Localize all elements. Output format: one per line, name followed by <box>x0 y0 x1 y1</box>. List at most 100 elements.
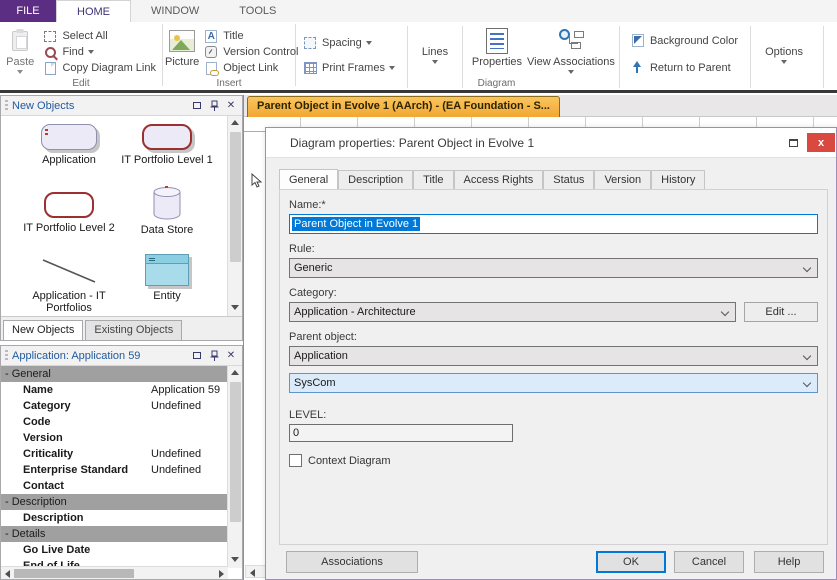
scroll-down-arrow[interactable] <box>231 305 239 310</box>
spacing-button[interactable]: Spacing <box>298 34 399 51</box>
lines-button[interactable]: Lines <box>412 24 458 76</box>
dialog-tab-access-rights[interactable]: Access Rights <box>454 170 544 190</box>
rule-combobox[interactable]: Generic <box>289 258 818 278</box>
parent-object-instance-combobox[interactable]: SysCom <box>289 373 818 393</box>
shape-item-it-portfolio-level-2[interactable]: IT Portfolio Level 2 <box>19 192 119 234</box>
property-row-version[interactable]: Version <box>1 430 228 446</box>
pin-icon <box>210 100 219 111</box>
tab-new-objects[interactable]: New Objects <box>3 320 83 340</box>
category-edit-button[interactable]: Edit ... <box>744 302 818 322</box>
new-objects-vertical-scrollbar[interactable] <box>227 116 242 316</box>
property-row-name[interactable]: Name Application 59 <box>1 382 228 398</box>
dialog-close-button[interactable]: x <box>807 133 835 152</box>
properties-vertical-scrollbar[interactable] <box>227 366 242 568</box>
tab-file[interactable]: FILE <box>0 0 56 22</box>
panel-maximize-button[interactable] <box>190 99 204 113</box>
name-field-label: Name:* <box>289 199 827 211</box>
application-window: FILE HOME WINDOW TOOLS Paste Select All <box>0 0 837 580</box>
dialog-tab-title[interactable]: Title <box>413 170 453 190</box>
options-button[interactable]: Options <box>759 24 809 76</box>
property-label: Name <box>1 384 151 396</box>
object-link-button[interactable]: Object Link <box>199 60 302 76</box>
dialog-tab-description[interactable]: Description <box>338 170 413 190</box>
properties-button[interactable]: Properties <box>469 24 525 76</box>
dialog-title-bar[interactable]: Diagram properties: Parent Object in Evo… <box>266 128 836 158</box>
property-label: Version <box>1 432 151 444</box>
dialog-footer: Associations OK Cancel Help <box>279 551 828 573</box>
properties-icon <box>481 28 513 54</box>
dialog-tab-status[interactable]: Status <box>543 170 594 190</box>
document-tab[interactable]: Parent Object in Evolve 1 (AArch) - (EA … <box>247 96 560 117</box>
return-to-parent-button[interactable]: Return to Parent <box>626 59 742 76</box>
dialog-tab-general[interactable]: General <box>279 169 338 189</box>
dialog-maximize-button[interactable] <box>785 136 801 150</box>
context-diagram-checkbox[interactable] <box>289 454 302 467</box>
property-row-criticality[interactable]: Criticality Undefined <box>1 446 228 462</box>
help-button[interactable]: Help <box>754 551 824 573</box>
view-associations-button[interactable]: View Associations <box>525 24 617 76</box>
ok-button[interactable]: OK <box>596 551 666 573</box>
version-control-button[interactable]: Version Control <box>199 44 302 60</box>
properties-horizontal-scrollbar[interactable] <box>1 566 228 579</box>
associations-button[interactable]: Associations <box>286 551 418 573</box>
scroll-thumb[interactable] <box>230 382 241 522</box>
property-row-code[interactable]: Code <box>1 414 228 430</box>
tab-tools[interactable]: TOOLS <box>219 0 296 22</box>
ribbon: FILE HOME WINDOW TOOLS Paste Select All <box>0 0 837 93</box>
scroll-down-arrow[interactable] <box>231 557 239 562</box>
shape-item-entity[interactable]: Entity <box>117 254 217 302</box>
property-section-details[interactable]: - Details <box>1 526 228 542</box>
scroll-up-arrow[interactable] <box>231 120 239 125</box>
find-button[interactable]: Find <box>38 44 160 60</box>
canvas-horizontal-scrollbar[interactable] <box>245 565 267 578</box>
category-field-row: Application - Architecture Edit ... <box>289 302 818 322</box>
spacing-label: Spacing <box>322 37 362 49</box>
print-frames-label: Print Frames <box>322 62 385 74</box>
paste-button[interactable]: Paste <box>2 24 38 76</box>
shape-label: Entity <box>153 290 181 302</box>
property-section-description[interactable]: - Description <box>1 494 228 510</box>
shape-item-application-it-portfolios[interactable]: Application - IT Portfolios <box>19 256 119 314</box>
copy-diagram-link-button[interactable]: Copy Diagram Link <box>38 60 160 76</box>
panel-pin-button[interactable] <box>207 99 221 113</box>
shape-item-application[interactable]: Application <box>19 124 119 166</box>
scroll-right-arrow[interactable] <box>219 570 224 578</box>
scroll-left-arrow[interactable] <box>5 570 10 578</box>
panel-close-button[interactable]: ✕ <box>224 99 238 113</box>
cancel-button[interactable]: Cancel <box>674 551 744 573</box>
level-input[interactable]: 0 <box>289 424 513 442</box>
property-row-contact[interactable]: Contact <box>1 478 228 494</box>
panel-maximize-button[interactable] <box>190 349 204 363</box>
shape-item-it-portfolio-level-1[interactable]: IT Portfolio Level 1 <box>117 124 217 166</box>
dialog-tab-version[interactable]: Version <box>594 170 651 190</box>
shape-item-data-store[interactable]: Data Store <box>117 186 217 236</box>
panel-pin-button[interactable] <box>207 349 221 363</box>
tab-existing-objects[interactable]: Existing Objects <box>85 320 182 340</box>
context-diagram-checkbox-row: Context Diagram <box>289 454 827 467</box>
scroll-thumb[interactable] <box>230 132 241 262</box>
property-row-enterprise-standard[interactable]: Enterprise Standard Undefined <box>1 462 228 478</box>
property-row-description[interactable]: Description <box>1 510 228 526</box>
property-section-general[interactable]: - General <box>1 366 228 382</box>
parent-object-combobox[interactable]: Application <box>289 346 818 366</box>
picture-button[interactable]: Picture <box>165 24 199 76</box>
scroll-up-arrow[interactable] <box>231 370 239 375</box>
object-link-label: Object Link <box>223 62 278 74</box>
panel-close-button[interactable]: ✕ <box>224 349 238 363</box>
copy-diagram-link-label: Copy Diagram Link <box>62 62 156 74</box>
scroll-thumb[interactable] <box>14 569 134 578</box>
category-combobox[interactable]: Application - Architecture <box>289 302 736 322</box>
tab-window[interactable]: WINDOW <box>131 0 219 22</box>
tab-home[interactable]: HOME <box>56 0 131 22</box>
name-input[interactable]: Parent Object in Evolve 1 <box>289 214 818 234</box>
spacing-dropdown-caret <box>366 41 372 45</box>
scroll-left-arrow[interactable] <box>250 569 255 577</box>
print-frames-button[interactable]: Print Frames <box>298 59 399 76</box>
property-row-category[interactable]: Category Undefined <box>1 398 228 414</box>
background-color-button[interactable]: Background Color <box>626 32 742 49</box>
dialog-tab-history[interactable]: History <box>651 170 705 190</box>
title-button[interactable]: A Title <box>199 28 302 44</box>
property-row-go-live-date[interactable]: Go Live Date <box>1 542 228 558</box>
select-all-button[interactable]: Select All <box>38 28 160 44</box>
diagram-group-label: Diagram <box>296 78 697 89</box>
